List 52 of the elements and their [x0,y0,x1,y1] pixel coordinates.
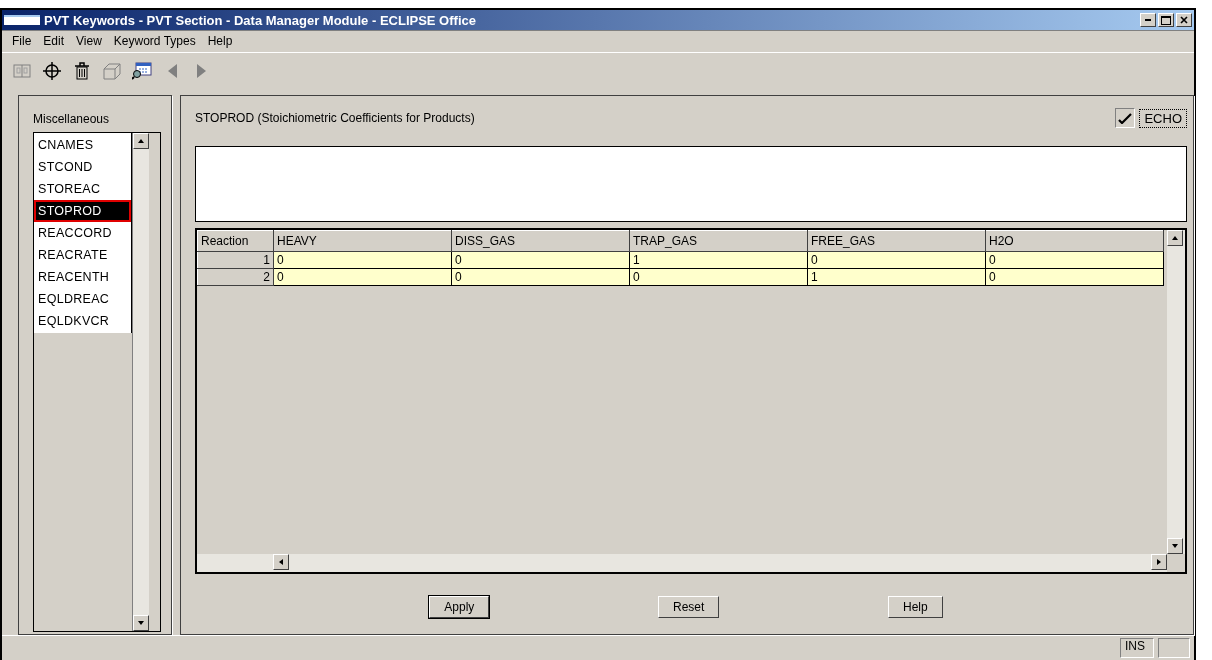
window-search-icon[interactable] [132,61,152,81]
right-arrow-icon [1155,558,1163,566]
minimize-button[interactable] [1140,13,1156,27]
vertical-scrollbar[interactable] [1167,230,1185,554]
keyword-list-item[interactable]: EQLDREAC [34,288,131,310]
keyword-list-item[interactable]: EQLDKVCR [34,310,131,332]
keyword-title: STOPROD (Stoichiometric Coefficients for Products) [195,111,475,125]
keyword-list-item[interactable]: REACCORD [34,222,131,244]
keyword-list-item[interactable]: STOPROD [34,200,131,222]
keyword-list-item[interactable]: REACENTH [34,266,131,288]
column-header[interactable]: Reaction [197,230,274,252]
column-header[interactable]: TRAP_GAS [629,230,808,252]
echo-label: ECHO [1139,108,1187,128]
menu-item[interactable]: File [6,32,38,50]
down-arrow-icon [1171,542,1179,550]
menu-item[interactable]: Help [201,32,239,50]
menu-item[interactable]: Edit [37,32,71,50]
status-field [1158,638,1190,658]
echo-checkbox[interactable] [1115,108,1136,128]
reset-button[interactable]: Reset [658,596,720,618]
keyword-list[interactable]: CNAMES STCOND STOREAC STOPROD REACCORD REACRATE REACENTH EQLDREAC EQLDKVCR [33,132,161,632]
up-arrow-icon [1171,234,1179,242]
down-arrow-icon [137,619,145,627]
close-button[interactable] [1176,13,1192,27]
vertical-scrollbar[interactable] [132,133,149,631]
keyword-list-item[interactable]: REACRATE [34,244,131,266]
column-header[interactable]: HEAVY [273,230,452,252]
horizontal-scrollbar[interactable] [197,554,1167,572]
close-icon [1180,16,1188,24]
keyword-list-item[interactable]: STOREAC [34,178,131,200]
up-arrow-icon [137,137,145,145]
help-button[interactable]: Help [888,596,943,618]
crosshair-icon[interactable] [42,61,62,81]
menu-item[interactable]: View [70,32,108,50]
left-arrow-icon [277,558,285,566]
keyword-list-item[interactable]: CNAMES [34,134,131,156]
cube-icon[interactable] [102,61,122,81]
window-title: PVT Keywords - PVT Section - Data Manager Module - ECLIPSE Office [44,12,477,28]
minimize-icon [1145,19,1151,21]
menu-item[interactable]: Keyword Types [107,32,202,50]
column-header[interactable]: H2O [985,230,1164,252]
window-icon [4,15,40,25]
maximize-icon [1161,15,1171,25]
apply-button[interactable]: Apply [429,596,490,618]
trash-icon[interactable] [72,61,92,81]
maximize-button[interactable] [1158,13,1174,27]
keyword-list-item[interactable]: STCOND [34,156,131,178]
insert-mode-indicator: INS [1120,638,1154,658]
group-label: Miscellaneous [33,111,111,128]
column-header[interactable]: FREE_GAS [807,230,986,252]
column-header[interactable]: DISS_GAS [451,230,630,252]
comment-field[interactable] [195,146,1187,222]
